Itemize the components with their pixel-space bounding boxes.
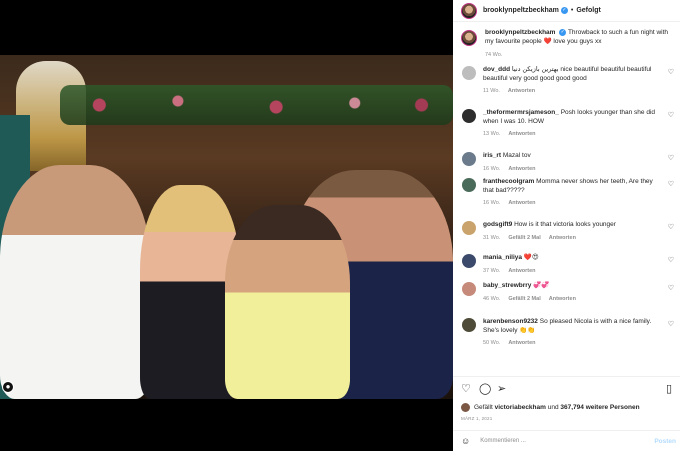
comment-username[interactable]: baby_strewbrry [483,282,531,289]
comment-username[interactable]: mania_niliya [483,254,522,261]
comment-heart-icon[interactable]: ♡ [668,256,674,264]
comment-item: franthecoolgram Momma never shows her te… [461,178,674,221]
add-comment-bar: ☺ Kommentieren ... Posten [453,430,680,451]
reply-button[interactable]: Antworten [549,296,576,302]
photo-flower-garland [60,85,453,125]
comment-username[interactable]: godsgift9 [483,221,512,228]
instagram-post-modal: ● brooklynpeltzbeckham ✓ • Gefolgt brook… [0,0,680,451]
comment-heart-icon[interactable]: ♡ [668,68,674,76]
post-actions: ♡ ◯ ➢ ▯ [453,376,680,402]
comment-heart-icon[interactable]: ♡ [668,154,674,162]
comment-item: godsgift9 How is it that victoria looks … [461,221,674,254]
reply-button[interactable]: Antworten [508,268,535,274]
comment-heart-icon[interactable]: ♡ [668,284,674,292]
comment-avatar[interactable] [462,221,476,235]
comment-heart-icon[interactable]: ♡ [668,180,674,188]
comment-icon[interactable]: ◯ [479,383,491,395]
comment-heart-icon[interactable]: ♡ [668,223,674,231]
post-header: brooklynpeltzbeckham ✓ • Gefolgt [453,0,680,22]
comment-item: _theformermrsjameson_ Posh looks younger… [461,109,674,152]
comment-time[interactable]: 37 Wo. [483,268,500,274]
comment-text: Mazal tov [502,152,531,159]
likes-joiner: und [547,404,559,411]
reply-button[interactable]: Antworten [508,166,535,172]
comment-text: How is it that victoria looks younger [514,221,616,228]
follow-button[interactable]: Gefolgt [576,7,601,14]
reply-button[interactable]: Antworten [549,235,576,241]
reply-button[interactable]: Antworten [508,131,535,137]
comment-time[interactable]: 46 Wo. [483,296,500,302]
likes-count[interactable]: 367,794 weitere Personen [560,404,639,411]
comment-avatar[interactable] [462,282,476,296]
verified-icon: ✓ [560,7,568,14]
emoji-icon[interactable]: ☺ [461,436,470,446]
comment-username[interactable]: _theformermrsjameson_ [483,109,559,116]
comment-time[interactable]: 16 Wo. [483,166,500,172]
reply-button[interactable]: Antworten [508,88,535,94]
comment-item: dov_ddd بهترین بازیکن دنیا nice beautifu… [461,66,674,109]
post-comment-button[interactable]: Posten [654,438,676,445]
avatar[interactable] [461,2,477,19]
verified-icon: ✓ [559,29,567,36]
comment-avatar[interactable] [462,178,476,192]
comment-avatar[interactable] [462,66,476,80]
heart-icon[interactable]: ♡ [461,383,471,395]
caption-time[interactable]: 74 Wo. [485,52,502,58]
comment-text: ❤️😍 [523,254,539,261]
comment-likes[interactable]: Gefällt 2 Mal [508,235,540,241]
comment-avatar[interactable] [462,254,476,268]
comment-username[interactable]: dov_ddd [483,66,510,73]
reply-button[interactable]: Antworten [508,200,535,206]
comment-likes[interactable]: Gefällt 2 Mal [508,296,540,302]
comment-time[interactable]: 50 Wo. [483,340,500,346]
comment-avatar[interactable] [462,109,476,123]
share-icon[interactable]: ➢ [497,383,506,395]
photo-person-3 [225,205,350,399]
post-photo[interactable]: ● [0,55,453,399]
comment-username[interactable]: karenbenson9232 [483,318,538,325]
likes-user[interactable]: victoriabeckham [495,404,546,411]
comment-input[interactable]: Kommentieren ... [480,438,526,444]
post-side-panel: brooklynpeltzbeckham ✓ • Gefolgt brookly… [453,0,680,451]
comment-time[interactable]: 13 Wo. [483,131,500,137]
comment-time[interactable]: 16 Wo. [483,200,500,206]
header-username[interactable]: brooklynpeltzbeckham [483,7,559,14]
bookmark-icon[interactable]: ▯ [666,383,672,395]
comment-avatar[interactable] [462,152,476,166]
comment-avatar[interactable] [462,318,476,332]
comment-item: baby_strewbrry 💞💞 46 Wo. Gefällt 2 Mal A… [461,282,674,318]
user-tag-icon[interactable]: ● [2,381,14,393]
comment-item: mania_niliya ❤️😍 37 Wo. Antworten ♡ [461,254,674,282]
likes-prefix: Gefällt [474,404,493,411]
likes-summary: Gefällt victoriabeckham und 367,794 weit… [461,403,640,412]
comment-heart-icon[interactable]: ♡ [668,111,674,119]
comment-time[interactable]: 11 Wo. [483,88,500,94]
photo-person-1 [0,165,150,399]
caption-username[interactable]: brooklynpeltzbeckham [485,29,555,36]
post-caption: brooklynpeltzbeckham ✓ Throwback to such… [461,22,674,66]
comment-item: iris_rt Mazal tov 16 Wo. Antworten ♡ [461,152,674,178]
post-date[interactable]: MÄRZ 1, 2021 [461,416,492,421]
comments-list[interactable]: brooklynpeltzbeckham ✓ Throwback to such… [453,22,680,370]
caption-avatar[interactable] [461,30,477,46]
comment-time[interactable]: 31 Wo. [483,235,500,241]
comment-heart-icon[interactable]: ♡ [668,320,674,328]
comment-username[interactable]: franthecoolgram [483,178,534,185]
comment-username[interactable]: iris_rt [483,152,501,159]
reply-button[interactable]: Antworten [508,340,535,346]
header-separator: • [570,7,574,14]
comment-text: 💞💞 [533,282,550,289]
comment-item: karenbenson9232 So pleased Nicola is wit… [461,318,674,354]
liker-avatar[interactable] [461,403,470,412]
